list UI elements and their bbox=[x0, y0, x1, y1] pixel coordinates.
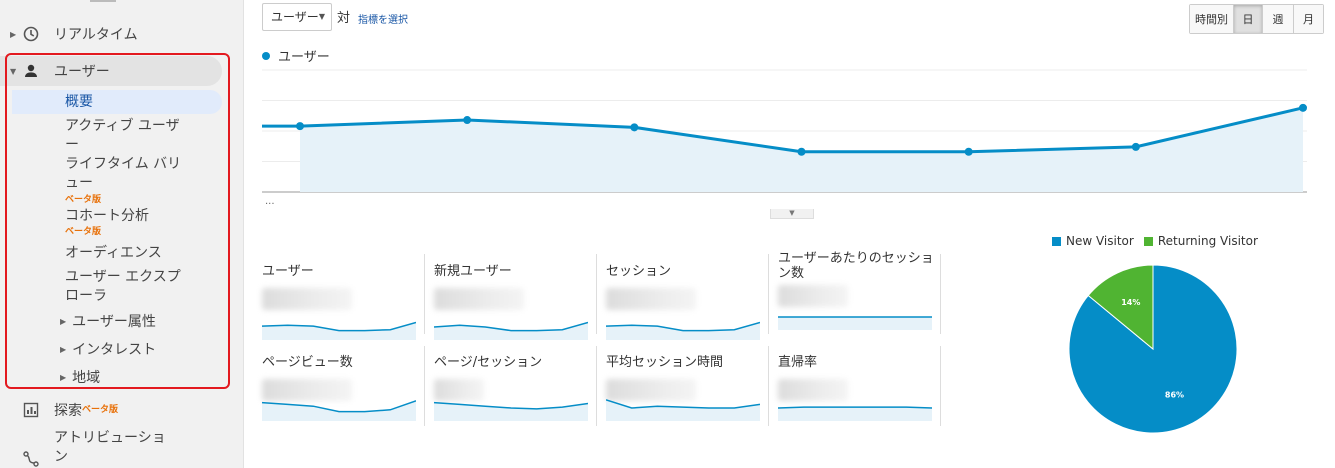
metric-label: ユーザー bbox=[262, 264, 314, 279]
sparkline bbox=[434, 321, 588, 340]
metric-dropdown-value: ユーザー bbox=[271, 10, 319, 24]
chart-collapse-toggle[interactable]: ▼ bbox=[770, 209, 814, 219]
metric-label: 平均セッション時間 bbox=[606, 355, 724, 370]
metric-label: セッション bbox=[606, 264, 672, 279]
period-day-button[interactable]: 日 bbox=[1234, 5, 1263, 33]
tile-divider bbox=[596, 254, 597, 334]
sidebar-item-explore[interactable]: 探索 ベータ版 bbox=[0, 396, 244, 424]
sparkline-line bbox=[606, 399, 760, 409]
sparkline-fill bbox=[778, 317, 932, 330]
metric-tile-pages-per-session[interactable]: ページ/セッション bbox=[434, 355, 594, 435]
legend-label-new-visitor[interactable]: New Visitor bbox=[1066, 234, 1134, 248]
metric-tile-new-users[interactable]: 新規ユーザー bbox=[434, 264, 594, 344]
chevron-down-icon: ▼ bbox=[318, 12, 325, 21]
legend-swatch bbox=[1143, 236, 1153, 246]
users-line-chart[interactable] bbox=[262, 62, 1307, 194]
sparkline-fill bbox=[778, 407, 932, 421]
attribution-path-icon bbox=[23, 451, 39, 467]
data-point[interactable] bbox=[964, 147, 973, 156]
chart-axis-ellipsis: ... bbox=[265, 196, 275, 207]
metric-value-blurred bbox=[606, 288, 696, 310]
expand-caret-icon[interactable]: ▶ bbox=[10, 30, 16, 39]
tile-divider bbox=[940, 254, 941, 334]
sidebar-item-label: 探索 bbox=[54, 403, 82, 419]
sparkline bbox=[606, 321, 760, 340]
metric-value-blurred bbox=[434, 288, 524, 310]
metric-tile-avg-session-duration[interactable]: 平均セッション時間 bbox=[606, 355, 766, 435]
legend-dot-icon bbox=[262, 51, 270, 60]
metric-tile-sessions[interactable]: セッション bbox=[606, 264, 766, 344]
data-point[interactable] bbox=[797, 147, 806, 156]
metric-value-blurred bbox=[262, 288, 352, 310]
period-selector: 時間別 日 週 月 bbox=[1189, 4, 1324, 34]
pie-legend: New Visitor Returning Visitor bbox=[1052, 234, 1258, 248]
sidebar-item-attribution[interactable]: アトリビューショ ン bbox=[0, 428, 244, 468]
metric-label: ページビュー数 bbox=[262, 355, 353, 370]
period-week-button[interactable]: 週 bbox=[1263, 5, 1294, 33]
metric-tile-bounce-rate[interactable]: 直帰率 bbox=[778, 355, 938, 435]
metric-label: 新規ユーザー bbox=[434, 264, 512, 279]
tile-divider bbox=[424, 346, 425, 426]
metric-label: ユーザーあたりのセッション数 bbox=[778, 251, 934, 281]
data-point[interactable] bbox=[630, 123, 639, 132]
sparkline bbox=[262, 400, 416, 421]
legend-label-returning-visitor[interactable]: Returning Visitor bbox=[1158, 234, 1258, 248]
tile-divider bbox=[768, 254, 769, 334]
beta-badge: ベータ版 bbox=[82, 405, 119, 415]
period-hourly-button[interactable]: 時間別 bbox=[1190, 5, 1234, 33]
tile-divider bbox=[596, 346, 597, 426]
explore-chart-icon bbox=[23, 402, 39, 418]
visitor-pie-chart[interactable]: 86% 14% bbox=[1068, 264, 1238, 434]
highlight-annotation-box bbox=[5, 53, 230, 389]
pie-slice-label: 14% bbox=[1121, 298, 1140, 307]
tile-divider bbox=[768, 346, 769, 426]
metric-label: ページ/セッション bbox=[434, 355, 543, 370]
sidebar-item-label: リアルタイム bbox=[54, 27, 138, 43]
sidebar-item-realtime[interactable]: ▶ リアルタイム bbox=[0, 20, 244, 48]
metric-label: 直帰率 bbox=[778, 355, 818, 370]
tile-divider bbox=[424, 254, 425, 334]
metric-dropdown[interactable]: ユーザー ▼ bbox=[262, 3, 332, 31]
pie-slice-label: 86% bbox=[1165, 391, 1184, 400]
sparkline bbox=[262, 321, 416, 340]
tile-divider bbox=[940, 346, 941, 426]
period-month-button[interactable]: 月 bbox=[1294, 5, 1323, 33]
metric-tile-users[interactable]: ユーザー bbox=[262, 264, 422, 344]
metric-tile-pageviews[interactable]: ページビュー数 bbox=[262, 355, 422, 435]
sparkline bbox=[778, 316, 932, 330]
data-point[interactable] bbox=[463, 116, 472, 125]
sparkline-fill bbox=[434, 402, 588, 421]
data-point[interactable] bbox=[1299, 103, 1307, 112]
sidebar-item-label: アトリビューショ ン bbox=[54, 430, 166, 465]
data-point[interactable] bbox=[296, 122, 304, 131]
versus-label: 対 bbox=[337, 11, 351, 26]
sparkline-fill bbox=[606, 399, 760, 421]
sidebar: ▶ リアルタイム ▼ ユーザー 概要 アクティブ ユーザ ー ライフタイム バリ… bbox=[0, 0, 244, 468]
legend-swatch bbox=[1052, 236, 1061, 246]
metric-tile-sessions-per-user[interactable]: ユーザーあたりのセッション数 bbox=[778, 251, 938, 331]
select-metric-link[interactable]: 指標を選択 bbox=[358, 11, 408, 26]
sparkline bbox=[606, 399, 760, 421]
data-point[interactable] bbox=[1131, 142, 1140, 151]
sparkline bbox=[434, 401, 588, 421]
sidebar-top-divider bbox=[90, 0, 116, 2]
sparkline bbox=[778, 406, 932, 421]
clock-icon bbox=[23, 26, 39, 42]
